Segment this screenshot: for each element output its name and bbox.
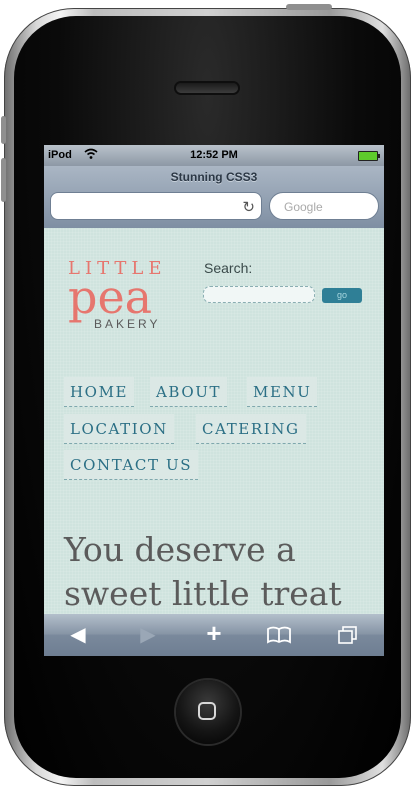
google-search-field[interactable]: Google (269, 192, 379, 220)
bookmarks-book-icon[interactable] (266, 626, 292, 644)
phone-screen: iPod 12:52 PM Stunning CSS3 ↻ Google LIT… (44, 145, 384, 656)
pages-icon[interactable] (338, 626, 358, 644)
reload-icon[interactable]: ↻ (242, 198, 255, 216)
site-search-input[interactable] (203, 286, 315, 303)
battery-icon (358, 151, 380, 161)
browser-address-bar: Stunning CSS3 ↻ Google (44, 166, 384, 228)
nav-contact-us[interactable]: CONTACT US (64, 450, 199, 480)
hero-line-2: sweet little treat (64, 574, 342, 613)
nav-menu[interactable]: MENU (247, 377, 318, 407)
status-bar: iPod 12:52 PM (44, 145, 384, 166)
forward-arrow-icon[interactable]: ▶ (128, 622, 168, 647)
mute-switch (1, 116, 6, 144)
back-arrow-icon[interactable]: ◀ (58, 622, 98, 647)
nav-location[interactable]: LOCATION (64, 414, 174, 444)
add-plus-icon[interactable]: + (194, 618, 234, 649)
earpiece-speaker (176, 83, 238, 93)
hero-heading: You deserve a sweet little treat (64, 528, 384, 616)
bakery-logo[interactable]: LITTLE pea BAKERY (68, 258, 178, 331)
page-title: Stunning CSS3 (170, 170, 258, 184)
logo-pea: pea (68, 270, 153, 324)
web-page: LITTLE pea BAKERY Search: go HOME ABOUT … (44, 228, 384, 614)
home-button[interactable] (176, 680, 240, 744)
nav-home[interactable]: HOME (64, 377, 135, 407)
go-button[interactable]: go (322, 288, 362, 303)
nav-about[interactable]: ABOUT (150, 377, 228, 407)
volume-button (1, 158, 6, 202)
logo-bakery: BAKERY (94, 317, 161, 331)
sleep-button (286, 4, 332, 10)
nav-catering[interactable]: CATERING (196, 414, 306, 444)
status-time: 12:52 PM (190, 149, 238, 161)
hero-line-1: You deserve a (64, 530, 296, 569)
search-label: Search: (204, 260, 253, 276)
home-square-icon (198, 702, 216, 720)
browser-toolbar: ◀ ▶ + (44, 614, 384, 656)
url-field[interactable]: ↻ (50, 192, 262, 220)
